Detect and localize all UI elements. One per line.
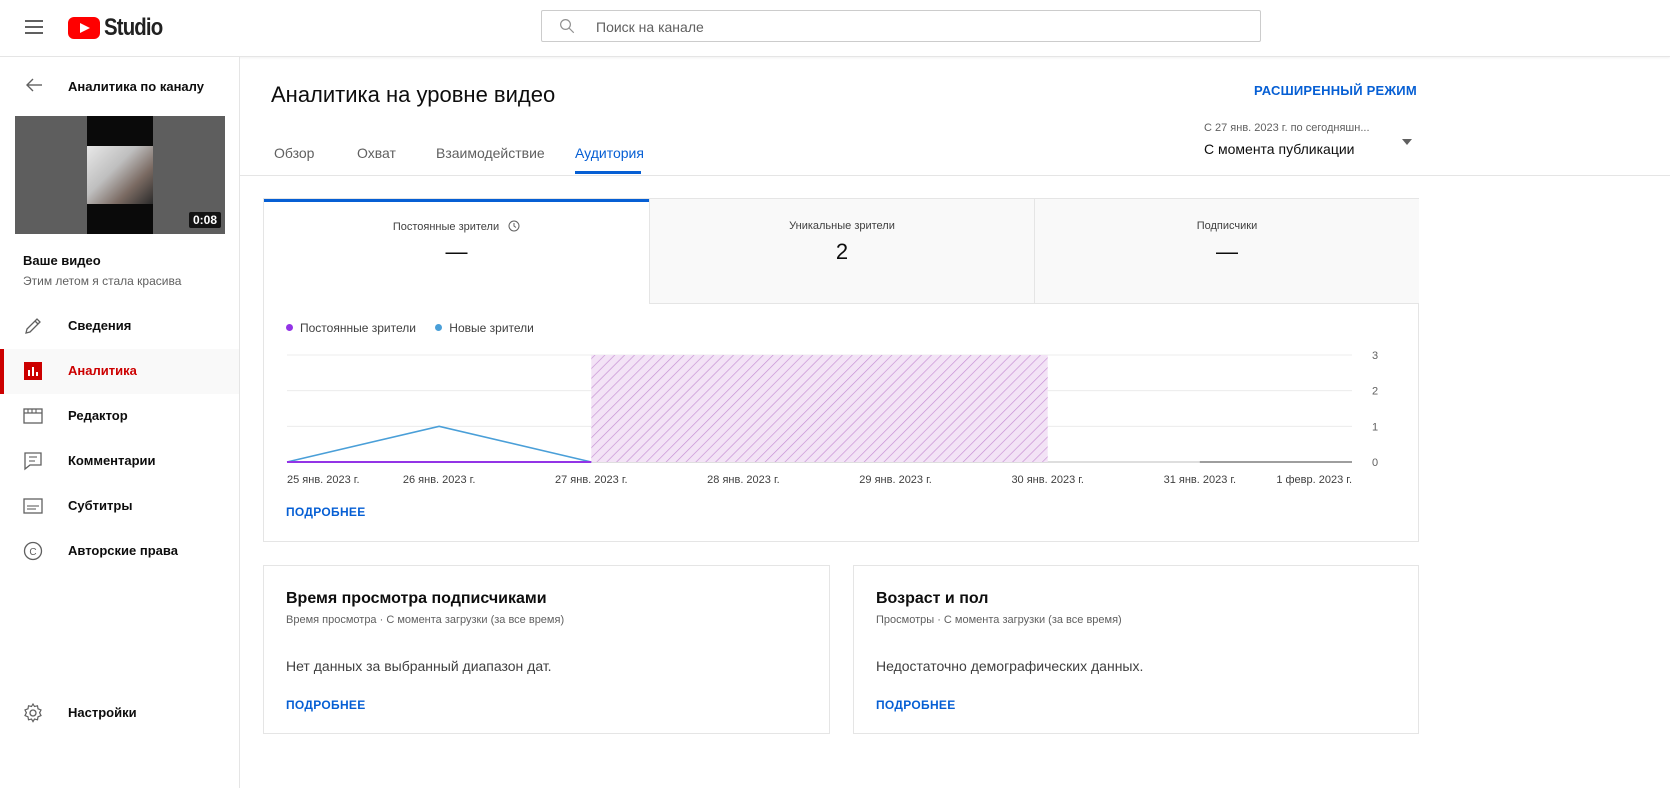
y-tick-label: 2 (1372, 386, 1378, 398)
copyright-icon: C (23, 541, 43, 561)
nav-item-details[interactable]: Сведения (0, 304, 239, 349)
nav-item-analytics[interactable]: Аналитика (0, 349, 239, 394)
metric-unique-viewers[interactable]: Уникальные зрители 2 (649, 199, 1034, 304)
nav-label: Комментарии (68, 453, 156, 468)
nav-item-copyright[interactable]: C Авторские права (0, 529, 239, 574)
arrow-back-icon[interactable] (24, 75, 44, 95)
tab-reach[interactable]: Охват (357, 145, 396, 161)
metric-value: 2 (835, 239, 849, 264)
legend-item-returning[interactable]: Постоянные зрители (286, 321, 416, 335)
search-icon (560, 19, 575, 34)
x-tick-label: 30 янв. 2023 г. (1011, 474, 1084, 486)
top-bar: Studio (0, 0, 1670, 57)
x-tick-label: 31 янв. 2023 г. (1164, 474, 1237, 486)
nav-item-comments[interactable]: Комментарии (0, 439, 239, 484)
viewers-line-chart: 0 1 2 3 25 янв. 2023 г. 26 янв. 2023 г. 27 янв… (286, 350, 1378, 486)
date-range-selected: С момента публикации (1204, 141, 1355, 157)
x-tick-label: 29 янв. 2023 г. (859, 474, 932, 486)
card-message: Недостаточно демографических данных. (876, 658, 1144, 674)
y-tick-label: 1 (1372, 421, 1378, 433)
nav-label: Сведения (68, 318, 132, 333)
metric-value: — (1216, 239, 1238, 264)
nav-label: Авторские права (68, 543, 178, 558)
y-tick-label: 3 (1372, 350, 1378, 362)
metric-label: Постоянные зрители (392, 221, 500, 233)
logo-text: Studio (104, 14, 163, 41)
date-range-detail: С 27 янв. 2023 г. по сегодняшн... (1204, 122, 1370, 134)
subscriber-watch-time-card: Время просмотра подписчиками Время просм… (263, 565, 830, 734)
tab-engagement[interactable]: Взаимодействие (436, 145, 545, 161)
x-tick-label: 27 янв. 2023 г. (555, 474, 628, 486)
card-title: Возраст и пол (876, 590, 989, 607)
audience-metrics-card: Постоянные зрители — Уникальные зрители … (263, 198, 1419, 542)
your-video-heading: Ваше видео (23, 253, 101, 268)
metric-returning-viewers[interactable]: Постоянные зрители — (264, 199, 649, 304)
video-duration: 0:08 (188, 212, 221, 228)
more-button[interactable]: ПОДРОБНЕЕ (286, 505, 366, 519)
studio-logo[interactable]: Studio (68, 14, 173, 42)
age-gender-card: Возраст и пол Просмотры · С момента загр… (853, 565, 1419, 734)
metric-value: — (445, 239, 468, 264)
date-range-dropdown[interactable]: С 27 янв. 2023 г. по сегодняшн... С моме… (1204, 122, 1418, 162)
x-tick-label: 26 янв. 2023 г. (403, 474, 476, 486)
video-title: Этим летом я стала красива (23, 274, 182, 288)
nav-item-editor[interactable]: Редактор (0, 394, 239, 439)
x-tick-label: 28 янв. 2023 г. (707, 474, 780, 486)
chart-legend: Постоянные зрители Новые зрители (286, 320, 550, 335)
legend-item-new[interactable]: Новые зрители (435, 321, 534, 335)
metric-label: Подписчики (1196, 220, 1258, 232)
card-message: Нет данных за выбранный диапазон дат. (286, 658, 552, 674)
comment-icon (24, 452, 42, 471)
nav-label: Аналитика (68, 363, 137, 378)
active-tab-indicator (575, 171, 641, 174)
nav-label: Субтитры (68, 498, 133, 513)
card-subtitle: Время просмотра · С момента загрузки (за… (286, 614, 565, 626)
search-box[interactable] (541, 10, 1261, 43)
subtitles-icon (23, 498, 43, 514)
nav-item-subtitles[interactable]: Субтитры (0, 484, 239, 529)
analytics-icon (24, 362, 42, 380)
legend-dot (286, 324, 293, 331)
card-title: Время просмотра подписчиками (286, 590, 547, 607)
legend-dot (435, 324, 443, 331)
thumbnail-image (87, 146, 153, 204)
page-title: Аналитика на уровне видео (271, 82, 556, 107)
more-button[interactable]: ПОДРОБНЕЕ (286, 698, 366, 712)
more-button[interactable]: ПОДРОБНЕЕ (876, 698, 956, 712)
x-tick-label: 1 февр. 2023 г. (1276, 474, 1352, 486)
nav-label: Настройки (68, 705, 137, 720)
no-data-region (591, 355, 1048, 462)
film-icon (23, 408, 43, 424)
metric-label-row: Постоянные зрители (264, 220, 649, 233)
tab-audience[interactable]: Аудитория (575, 145, 644, 161)
card-subtitle: Просмотры · С момента загрузки (за все в… (876, 614, 1122, 626)
sidebar: Аналитика по каналу 0:08 Ваше видео Этим… (0, 57, 240, 788)
pencil-icon (25, 318, 41, 334)
menu-icon[interactable] (22, 16, 46, 40)
legend-label: Новые зрители (449, 320, 534, 335)
series-line (286, 425, 592, 463)
svg-text:C: C (29, 547, 36, 558)
metric-label: Уникальные зрители (789, 220, 895, 232)
back-label: Аналитика по каналу (68, 79, 204, 94)
nav-label: Редактор (68, 408, 128, 423)
thumbnail-frame (87, 116, 153, 234)
nav-item-settings[interactable]: Настройки (0, 691, 239, 736)
advanced-mode-button[interactable]: РАСШИРЕННЫЙ РЕЖИМ (1254, 83, 1417, 98)
video-thumbnail[interactable]: 0:08 (15, 116, 225, 234)
legend-label: Постоянные зрители (300, 320, 416, 335)
youtube-play-icon (68, 17, 100, 39)
back-to-channel-analytics[interactable]: Аналитика по каналу (0, 71, 239, 101)
clock-icon (508, 220, 520, 232)
metric-subscribers[interactable]: Подписчики — (1034, 199, 1419, 304)
gear-icon (24, 702, 42, 723)
x-tick-label: 25 янв. 2023 г. (287, 474, 360, 486)
tab-overview[interactable]: Обзор (274, 145, 314, 161)
tabs-divider (240, 175, 1670, 176)
y-tick-label: 0 (1372, 457, 1378, 469)
search-input[interactable] (594, 11, 1238, 43)
caret-down-icon (1402, 139, 1412, 145)
